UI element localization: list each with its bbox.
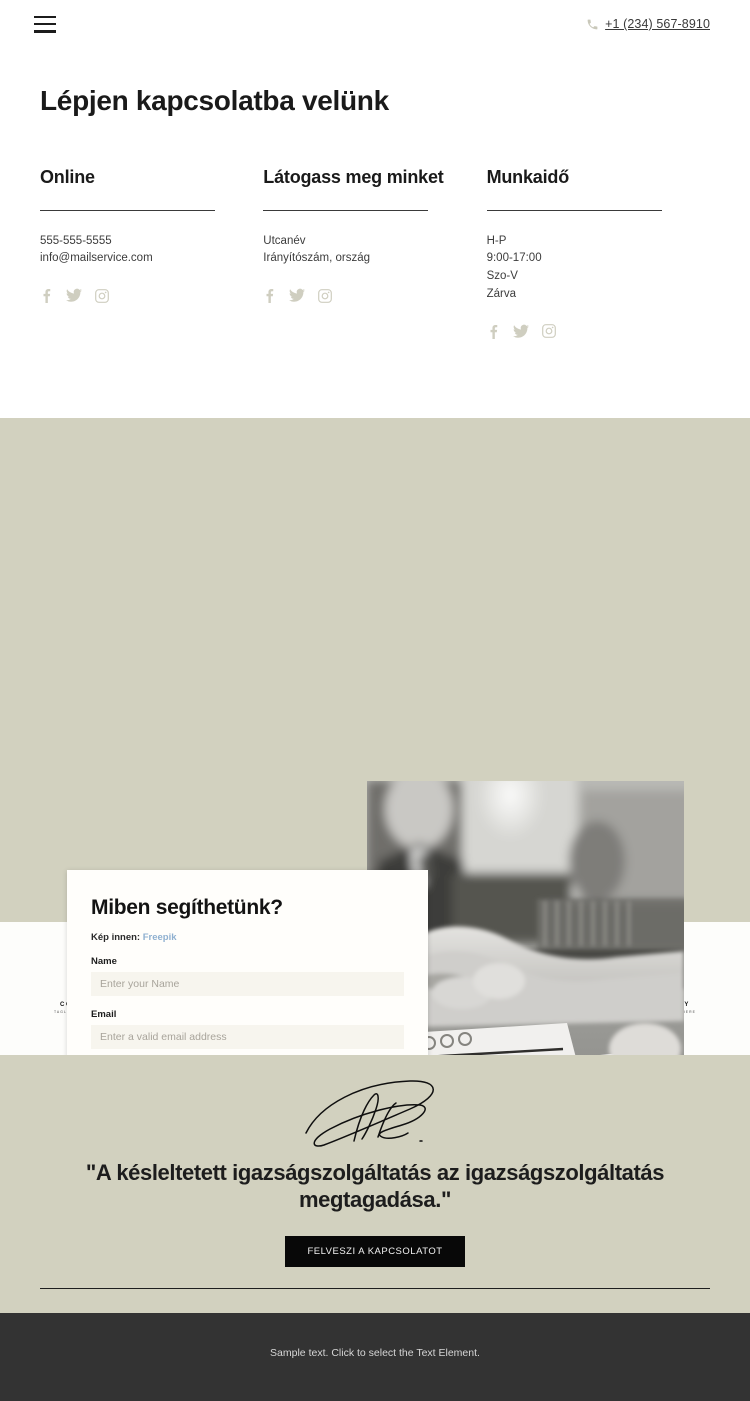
facebook-icon[interactable] xyxy=(487,324,500,339)
header-phone-number: +1 (234) 567-8910 xyxy=(605,17,710,31)
contact-line-phone: 555-555-5555 xyxy=(40,234,112,247)
hours-weekend-label: Szo-V xyxy=(486,270,518,283)
email-input[interactable] xyxy=(91,1024,404,1049)
quote-text: "A késleltetett igazságszolgáltatás az i… xyxy=(85,1159,665,1213)
column-lines: H-P 9:00-17:00 Szo-V Zárva xyxy=(487,233,672,304)
name-field-label: Name xyxy=(91,955,117,967)
address-line-zip-country: Irányítószám, ország xyxy=(263,252,371,265)
contact-column-visit: Látogass meg minket Utcanév Irányítószám… xyxy=(263,166,486,418)
hours-weekday-label: H-P xyxy=(486,234,507,247)
image-credit-link[interactable]: Freepik xyxy=(143,932,177,943)
column-heading: Munkaidő xyxy=(486,166,570,187)
burger-bar xyxy=(34,22,56,26)
column-lines: Utcanév Irányítószám, ország xyxy=(263,233,448,269)
image-credit-prefix: Kép innen: xyxy=(91,931,141,943)
twitter-icon[interactable] xyxy=(66,288,82,303)
social-links xyxy=(40,288,225,304)
contact-line-email: info@mailservice.com xyxy=(40,252,153,265)
hours-weekend-value: Zárva xyxy=(486,287,516,300)
site-footer: Sample text. Click to select the Text El… xyxy=(0,1312,750,1401)
social-links xyxy=(263,288,448,304)
name-input[interactable] xyxy=(91,971,404,996)
form-title: Miben segíthetünk? xyxy=(91,895,283,919)
social-links xyxy=(487,324,672,339)
instagram-icon[interactable] xyxy=(318,288,333,303)
phone-icon xyxy=(587,19,598,29)
burger-bar xyxy=(34,15,56,18)
contact-cta-button[interactable]: FELVESZI A KAPCSOLATOT xyxy=(285,1235,465,1267)
image-credit: Kép innen: Freepik xyxy=(91,932,404,943)
facebook-icon[interactable] xyxy=(263,288,276,304)
header-phone-link[interactable]: +1 (234) 567-8910 xyxy=(586,17,710,31)
quote-band: "A késleltetett igazságszolgáltatás az i… xyxy=(0,1054,750,1313)
facebook-icon[interactable] xyxy=(40,288,53,304)
email-field-label: Email xyxy=(91,1008,117,1020)
contact-columns: Online 555-555-5555 info@mailservice.com… xyxy=(0,135,750,418)
contact-form-band: Miben segíthetünk? Kép innen: Freepik Na… xyxy=(0,417,750,1212)
contact-column-hours: Munkaidő H-P 9:00-17:00 Szo-V Zárva xyxy=(486,166,710,418)
column-lines: 555-555-5555 info@mailservice.com xyxy=(40,233,225,269)
column-divider xyxy=(40,209,215,211)
column-heading: Online xyxy=(40,166,95,187)
twitter-icon[interactable] xyxy=(289,288,306,303)
burger-bar xyxy=(34,30,56,33)
column-heading: Látogass meg minket xyxy=(263,166,444,187)
column-divider xyxy=(263,209,429,211)
hamburger-menu-icon[interactable] xyxy=(34,15,56,33)
hours-weekday-value: 9:00-17:00 xyxy=(486,252,542,265)
instagram-icon[interactable] xyxy=(541,324,556,339)
quote-divider xyxy=(40,1287,710,1289)
instagram-icon[interactable] xyxy=(95,288,109,303)
address-line-street: Utcanév xyxy=(263,234,306,247)
contact-column-online: Online 555-555-5555 info@mailservice.com xyxy=(40,166,263,418)
twitter-icon[interactable] xyxy=(512,324,529,339)
site-header: +1 (234) 567-8910 xyxy=(0,0,750,48)
footer-sample-text[interactable]: Sample text. Click to select the Text El… xyxy=(270,1347,480,1359)
page-title: Lépjen kapcsolatba velünk xyxy=(40,84,389,116)
handwritten-signature xyxy=(0,1071,750,1159)
column-divider xyxy=(486,209,662,211)
